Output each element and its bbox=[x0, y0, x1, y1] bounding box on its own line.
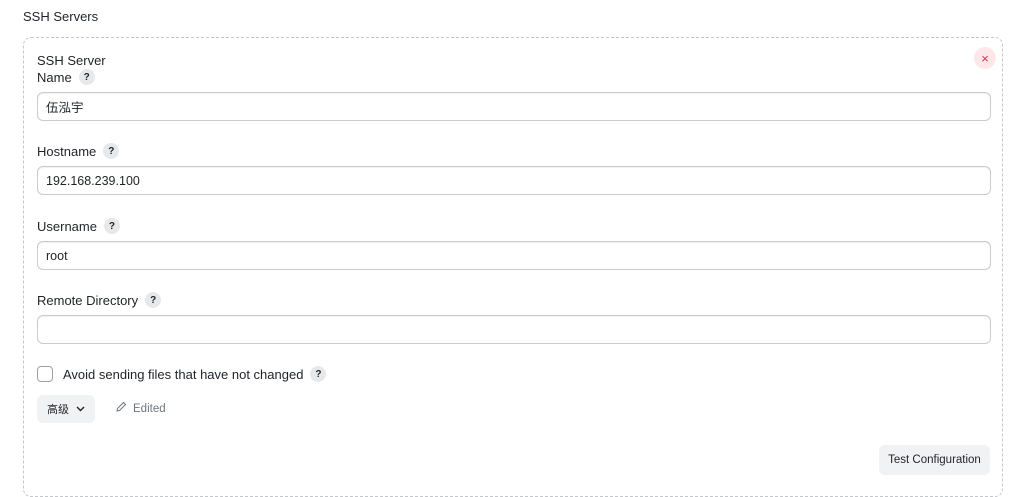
test-configuration-button[interactable]: Test Configuration bbox=[879, 445, 990, 475]
avoid-sending-label: Avoid sending files that have not change… bbox=[63, 366, 304, 382]
name-label: Name bbox=[37, 69, 72, 85]
hostname-label: Hostname bbox=[37, 143, 97, 159]
username-label: Username bbox=[37, 218, 97, 234]
help-icon[interactable]: ? bbox=[103, 143, 120, 159]
advanced-label: 高级 bbox=[47, 404, 69, 416]
server-title: SSH Server bbox=[37, 53, 106, 68]
username-label-row: Username ? bbox=[37, 218, 120, 234]
help-icon[interactable]: ? bbox=[310, 366, 327, 382]
help-icon[interactable]: ? bbox=[78, 69, 95, 85]
edited-indicator: Edited bbox=[115, 401, 166, 416]
section-title: SSH Servers bbox=[23, 9, 99, 24]
remote-directory-label: Remote Directory bbox=[37, 292, 139, 308]
advanced-button[interactable]: 高级 bbox=[37, 395, 95, 423]
help-icon[interactable]: ? bbox=[103, 218, 120, 234]
remote-directory-input[interactable] bbox=[37, 315, 991, 344]
hostname-label-row: Hostname ? bbox=[37, 143, 120, 159]
pencil-icon bbox=[115, 401, 127, 416]
name-input[interactable] bbox=[37, 92, 991, 121]
avoid-sending-row: Avoid sending files that have not change… bbox=[37, 366, 327, 382]
hostname-input[interactable] bbox=[37, 166, 991, 195]
chevron-down-icon bbox=[76, 403, 85, 415]
avoid-sending-checkbox[interactable] bbox=[37, 366, 53, 382]
username-input[interactable] bbox=[37, 241, 991, 270]
edited-label: Edited bbox=[133, 402, 166, 415]
ssh-server-panel: SSH Server × Name ? Hostname ? Username … bbox=[23, 37, 1003, 497]
remote-directory-label-row: Remote Directory ? bbox=[37, 292, 162, 308]
help-icon[interactable]: ? bbox=[145, 292, 162, 308]
close-icon[interactable]: × bbox=[974, 47, 996, 69]
name-label-row: Name ? bbox=[37, 69, 95, 85]
